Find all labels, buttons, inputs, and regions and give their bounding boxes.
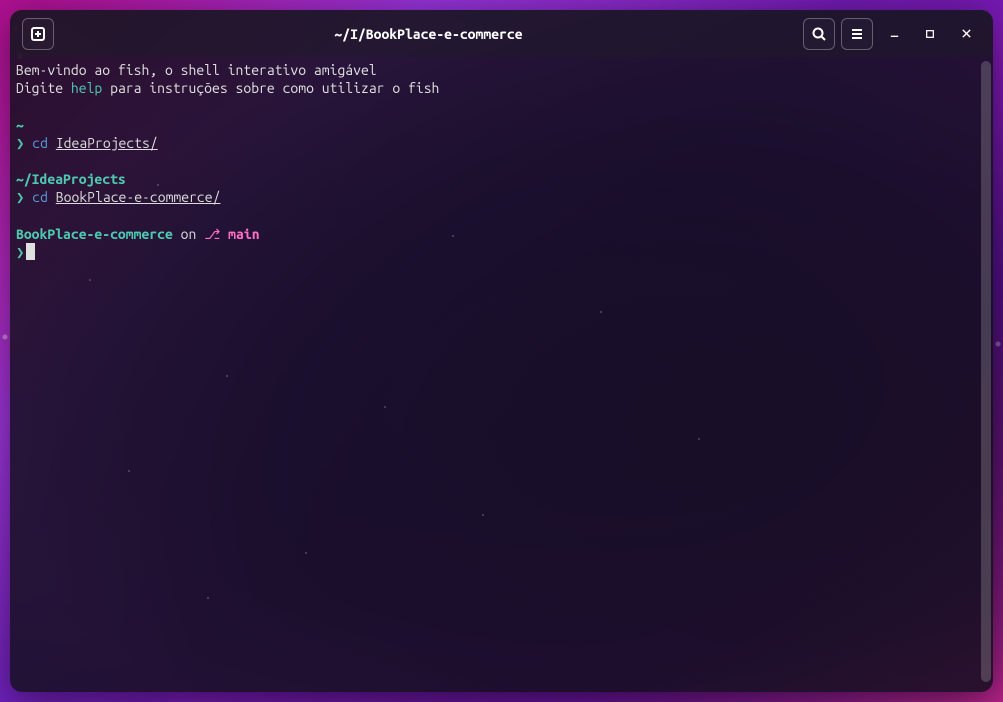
terminal-body[interactable]: Bem-vindo ao fish, o shell interativo am… bbox=[10, 57, 993, 692]
blank-line bbox=[16, 207, 987, 225]
command-line-2: ❯ cd BookPlace-e-commerce/ bbox=[16, 188, 987, 206]
text: para instruções sobre como utilizar o fi… bbox=[102, 80, 439, 96]
close-icon bbox=[961, 28, 972, 39]
search-button[interactable] bbox=[803, 18, 835, 50]
project-name: BookPlace-e-commerce bbox=[16, 226, 173, 242]
directory-arg: BookPlace-e-commerce/ bbox=[56, 189, 221, 205]
command-line-1: ❯ cd IdeaProjects/ bbox=[16, 134, 987, 152]
menu-button[interactable] bbox=[841, 18, 873, 50]
hamburger-icon bbox=[849, 26, 865, 42]
plus-icon bbox=[30, 26, 46, 42]
blank-line bbox=[16, 152, 987, 170]
blank-line bbox=[16, 97, 987, 115]
help-keyword: help bbox=[71, 80, 102, 96]
search-icon bbox=[811, 26, 827, 42]
directory-arg: IdeaProjects/ bbox=[56, 135, 158, 151]
prompt-arrow: ❯ bbox=[16, 189, 24, 205]
current-prompt: ❯ bbox=[16, 243, 987, 261]
maximize-button[interactable] bbox=[915, 19, 945, 49]
welcome-line-1: Bem-vindo ao fish, o shell interativo am… bbox=[16, 61, 987, 79]
new-tab-button[interactable] bbox=[22, 18, 54, 50]
welcome-line-2: Digite help para instruções sobre como u… bbox=[16, 79, 987, 97]
cd-command: cd bbox=[32, 135, 48, 151]
minimize-icon bbox=[889, 28, 900, 39]
prompt-arrow: ❯ bbox=[16, 244, 24, 260]
minimize-button[interactable] bbox=[879, 19, 909, 49]
prompt-path-3: BookPlace-e-commerce on ⎇ main bbox=[16, 225, 987, 243]
path: ~/IdeaProjects bbox=[16, 171, 126, 187]
text: Digite bbox=[16, 80, 71, 96]
cd-command: cd bbox=[32, 189, 48, 205]
window-title: ~/I/BookPlace-e-commerce bbox=[60, 26, 797, 42]
prompt-arrow: ❯ bbox=[16, 135, 24, 151]
prompt-path-1: ~ bbox=[16, 116, 987, 134]
maximize-icon bbox=[925, 29, 935, 39]
on-text: on bbox=[173, 226, 204, 242]
path: ~ bbox=[16, 117, 24, 133]
scrollbar[interactable] bbox=[981, 61, 991, 682]
terminal-window: ~/I/BookPlace-e-commerce bbox=[10, 10, 993, 692]
titlebar: ~/I/BookPlace-e-commerce bbox=[10, 10, 993, 57]
branch-name: main bbox=[220, 226, 259, 242]
cursor bbox=[26, 243, 35, 260]
close-button[interactable] bbox=[951, 19, 981, 49]
git-branch-icon: ⎇ bbox=[204, 226, 220, 242]
prompt-path-2: ~/IdeaProjects bbox=[16, 170, 987, 188]
